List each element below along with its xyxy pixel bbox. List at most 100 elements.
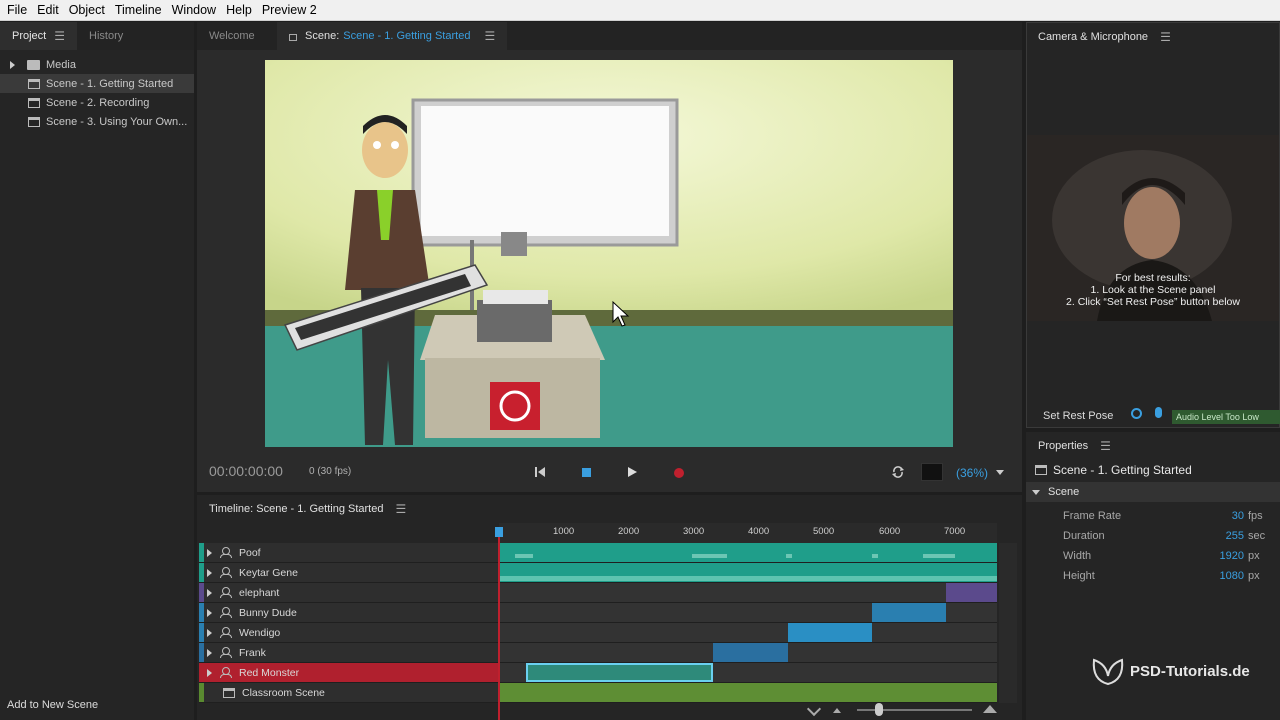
expand-arrow-icon[interactable]	[207, 608, 212, 617]
tab-scene[interactable]: Scene: Scene - 1. Getting Started ☰	[277, 22, 508, 50]
clip-marker[interactable]	[515, 554, 533, 558]
menu-icon[interactable]: ☰	[1160, 30, 1171, 44]
project-item-media[interactable]: Media	[0, 55, 194, 74]
track-name: Bunny Dude	[239, 606, 297, 619]
timeline-scrollbar[interactable]	[999, 543, 1017, 703]
menu-icon[interactable]: ☰	[1100, 439, 1111, 453]
set-rest-pose-button[interactable]: Set Rest Pose	[1043, 410, 1113, 422]
stop-icon[interactable]	[582, 468, 591, 477]
ruler-label: 4000	[748, 526, 770, 537]
expand-arrow-icon[interactable]	[207, 588, 212, 597]
lock-icon[interactable]	[289, 34, 297, 41]
menu-edit[interactable]: Edit	[32, 3, 64, 17]
clip-block[interactable]	[788, 623, 872, 642]
ruler-label: 6000	[879, 526, 901, 537]
menu-file[interactable]: File	[2, 3, 32, 17]
lane-keytar-gene[interactable]	[499, 563, 997, 583]
play-icon[interactable]	[627, 466, 638, 478]
lane-wendigo[interactable]	[499, 623, 997, 643]
track-elephant[interactable]: elephant	[199, 583, 499, 603]
expand-arrow-icon[interactable]	[207, 568, 212, 577]
menu-window[interactable]: Window	[167, 3, 221, 17]
clip-block-selected[interactable]	[526, 663, 713, 682]
section-label: Scene	[1048, 486, 1080, 498]
tab-project[interactable]: Project ☰	[0, 22, 78, 50]
expand-icon[interactable]	[806, 701, 822, 717]
zoom-in-icon[interactable]	[983, 705, 997, 713]
tab-history[interactable]: History	[77, 22, 135, 50]
zoom-out-icon[interactable]	[833, 708, 841, 713]
clip-block[interactable]	[946, 583, 997, 602]
menu-bar: File Edit Object Timeline Window Help Pr…	[0, 0, 1280, 21]
menu-object[interactable]: Object	[64, 3, 110, 17]
lane-poof[interactable]	[499, 543, 997, 563]
playhead-handle[interactable]	[495, 527, 503, 537]
lane-classroom-scene[interactable]	[499, 683, 997, 703]
menu-icon[interactable]: ☰	[54, 29, 65, 43]
scene-clapper-icon	[223, 687, 235, 698]
lane-red-monster[interactable]	[499, 663, 997, 683]
loop-icon[interactable]	[891, 465, 905, 479]
add-to-new-scene-button[interactable]: Add to New Scene	[7, 699, 98, 711]
menu-help[interactable]: Help	[221, 3, 257, 17]
scene-stage[interactable]	[265, 60, 953, 447]
lane-frank[interactable]	[499, 643, 997, 663]
clip-marker[interactable]	[786, 554, 792, 558]
microphone-toggle-icon[interactable]	[1155, 407, 1162, 418]
tab-welcome[interactable]: Welcome	[197, 22, 277, 50]
puppet-icon	[220, 567, 232, 578]
property-value[interactable]: 30	[1176, 510, 1244, 522]
clip-bar[interactable]	[499, 576, 997, 581]
property-height: Height 1080 px	[1026, 566, 1280, 586]
expand-arrow-icon[interactable]	[207, 648, 212, 657]
properties-section-scene[interactable]: Scene	[1026, 482, 1280, 502]
camera-panel-header: Camera & Microphone ☰	[1027, 23, 1279, 51]
zoom-slider-thumb[interactable]	[875, 703, 883, 716]
track-poof[interactable]: Poof	[199, 543, 499, 563]
puppet-icon	[220, 587, 232, 598]
menu-icon[interactable]: ☰	[395, 502, 406, 516]
track-red-monster[interactable]: Red Monster	[199, 663, 499, 683]
camera-toggle-icon[interactable]	[1131, 408, 1142, 419]
clip-block[interactable]	[872, 603, 946, 622]
timeline-ruler[interactable]: 1000 2000 3000 4000 5000 6000 7000	[499, 523, 997, 543]
track-frank[interactable]: Frank	[199, 643, 499, 663]
project-item-scene-2[interactable]: Scene - 2. Recording	[0, 93, 194, 112]
project-item-scene-1[interactable]: Scene - 1. Getting Started	[0, 74, 194, 93]
project-item-scene-3[interactable]: Scene - 3. Using Your Own...	[0, 112, 194, 131]
whiteboard-surface	[421, 106, 669, 236]
lane-elephant[interactable]	[499, 583, 997, 603]
collapse-arrow-icon[interactable]	[1032, 489, 1040, 495]
clip-marker[interactable]	[692, 554, 727, 558]
clip-marker[interactable]	[923, 554, 955, 558]
playhead[interactable]	[498, 529, 500, 720]
menu-preview[interactable]: Preview 2	[257, 3, 322, 17]
property-value[interactable]: 1920	[1176, 550, 1244, 562]
track-wendigo[interactable]: Wendigo	[199, 623, 499, 643]
menu-timeline[interactable]: Timeline	[110, 3, 167, 17]
scene-clapper-icon	[28, 116, 40, 127]
track-keytar-gene[interactable]: Keytar Gene	[199, 563, 499, 583]
expand-arrow-icon[interactable]	[207, 548, 212, 557]
background-color-swatch[interactable]	[921, 463, 943, 481]
track-lanes	[499, 543, 997, 703]
clip-block[interactable]	[713, 643, 788, 662]
puppet-icon	[220, 547, 232, 558]
clip-marker[interactable]	[872, 554, 878, 558]
expand-arrow-icon[interactable]	[10, 60, 15, 69]
expand-arrow-icon[interactable]	[207, 628, 212, 637]
property-value[interactable]: 1080	[1176, 570, 1244, 582]
expand-arrow-icon[interactable]	[207, 668, 212, 677]
zoom-level[interactable]: (36%)	[956, 466, 988, 480]
lane-bunny-dude[interactable]	[499, 603, 997, 623]
record-icon[interactable]	[674, 468, 684, 478]
zoom-dropdown-icon[interactable]	[996, 470, 1004, 475]
track-bunny-dude[interactable]: Bunny Dude	[199, 603, 499, 623]
puppet-icon	[220, 647, 232, 658]
property-value[interactable]: 255	[1176, 530, 1244, 542]
property-unit: px	[1248, 550, 1260, 562]
tab-project-label: Project	[12, 30, 47, 42]
track-classroom-scene[interactable]: Classroom Scene	[199, 683, 499, 703]
go-to-start-icon[interactable]	[534, 466, 546, 478]
menu-icon[interactable]: ☰	[484, 29, 495, 43]
